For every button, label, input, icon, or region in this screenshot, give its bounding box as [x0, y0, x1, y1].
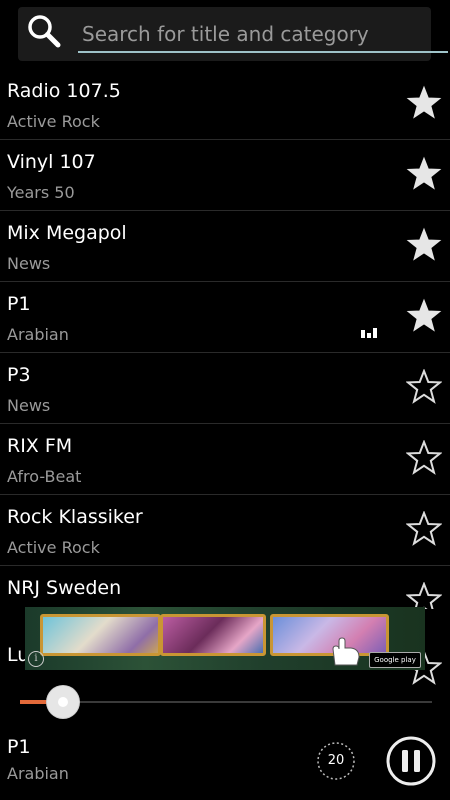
google-play-badge[interactable]: Google play	[369, 652, 421, 668]
search-bar	[18, 7, 448, 61]
station-category: Active Rock	[7, 112, 100, 131]
list-item[interactable]: Rock Klassiker Active Rock	[0, 495, 450, 566]
playback-progress[interactable]	[20, 684, 432, 720]
list-item[interactable]: NRJ SwedenNe	[0, 566, 450, 609]
star-outline-icon[interactable]	[406, 440, 442, 476]
sleep-timer-label[interactable]: 20	[316, 741, 356, 781]
list-item[interactable]: P3 News	[0, 353, 450, 424]
now-playing-category: Arabian	[7, 764, 69, 783]
station-title: Vinyl 107	[7, 151, 96, 173]
station-title: Radio 107.5	[7, 80, 121, 102]
list-item[interactable]: Mix Megapol News	[0, 211, 450, 282]
now-playing-title: P1	[7, 736, 31, 758]
star-filled-icon[interactable]	[406, 298, 442, 334]
list-item[interactable]: Vinyl 107 Years 50	[0, 140, 450, 211]
ad-image-panel	[160, 614, 266, 656]
list-item[interactable]: P1 Arabian	[0, 282, 450, 353]
station-title: P1	[7, 293, 31, 315]
star-outline-icon[interactable]	[406, 511, 442, 547]
progress-knob[interactable]	[45, 684, 81, 720]
station-category: Years 50	[7, 183, 75, 202]
station-category: News	[7, 396, 51, 415]
now-playing-icon	[361, 328, 377, 338]
star-filled-icon[interactable]	[406, 85, 442, 121]
star-filled-icon[interactable]	[406, 227, 442, 263]
star-filled-icon[interactable]	[406, 156, 442, 192]
station-title: P3	[7, 364, 31, 386]
station-title: RIX FM	[7, 435, 73, 457]
station-category: Afro-Beat	[7, 467, 82, 486]
progress-track	[20, 701, 432, 703]
star-outline-icon[interactable]	[406, 582, 442, 609]
search-icon[interactable]	[26, 13, 62, 49]
station-list: Radio 107.5 Active Rock Vinyl 107 Years 50 M…	[0, 69, 450, 609]
search-input[interactable]	[78, 17, 448, 53]
pause-button[interactable]	[385, 735, 437, 787]
ad-image-panel	[40, 614, 161, 656]
station-title: Mix Megapol	[7, 222, 127, 244]
station-title: Rock Klassiker	[7, 506, 143, 528]
ad-info-icon[interactable]: i	[28, 651, 44, 667]
star-outline-icon[interactable]	[406, 369, 442, 405]
station-category: Arabian	[7, 325, 69, 344]
hand-pointer-icon	[332, 637, 360, 666]
station-category: News	[7, 254, 51, 273]
ad-banner[interactable]: i Google play	[25, 607, 425, 670]
station-title: NRJ Sweden	[7, 577, 122, 599]
station-category: Active Rock	[7, 538, 100, 557]
list-item[interactable]: RIX FM Afro-Beat	[0, 424, 450, 495]
list-item[interactable]: Radio 107.5 Active Rock	[0, 69, 450, 140]
